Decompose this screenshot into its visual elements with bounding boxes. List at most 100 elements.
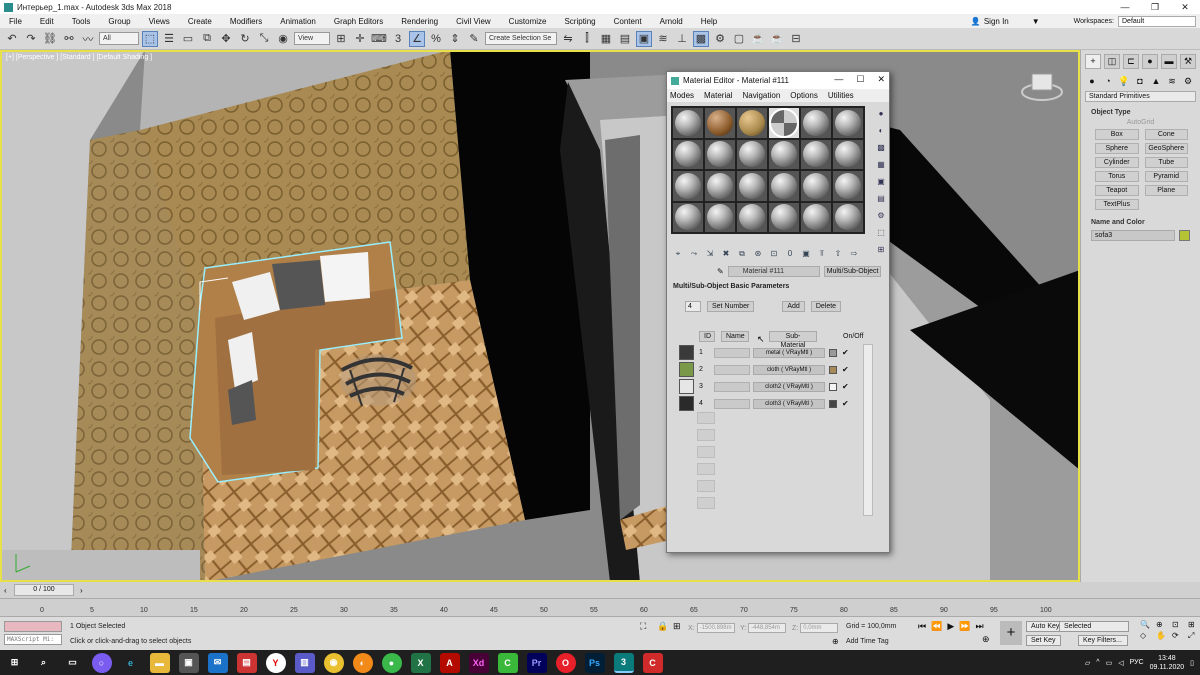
tray-chevron-icon[interactable]: ^ — [1096, 659, 1099, 666]
selection-set-dropdown[interactable]: Create Selection Se — [485, 32, 557, 45]
name-color-title[interactable]: Name and Color — [1085, 217, 1196, 228]
curve-editor-icon[interactable]: ≋ — [655, 31, 671, 47]
modify-tab-icon[interactable]: ◫ — [1104, 54, 1120, 69]
delete-button[interactable]: Delete — [810, 301, 842, 312]
hierarchy-tab-icon[interactable]: ⊏ — [1123, 54, 1139, 69]
excel-icon[interactable]: X — [410, 652, 431, 673]
people-icon[interactable]: ▱ — [1085, 659, 1090, 667]
menu-views[interactable]: Views — [140, 17, 179, 26]
sample-slot[interactable] — [737, 202, 767, 232]
get-material-icon[interactable]: ⌖ — [672, 248, 684, 260]
time-slider-prev-icon[interactable]: ‹ — [4, 586, 7, 595]
menu-arnold[interactable]: Arnold — [651, 17, 692, 26]
make-unique-icon[interactable]: ⊛ — [752, 248, 764, 260]
name-sort-button[interactable]: Name — [721, 331, 749, 342]
store-icon[interactable]: ▣ — [178, 652, 199, 673]
sample-slot[interactable] — [833, 202, 863, 232]
make-preview-icon[interactable]: ▤ — [876, 193, 887, 204]
sub-material-on-checkbox[interactable]: ✔ — [842, 382, 849, 391]
sample-slot[interactable] — [673, 202, 703, 232]
yandex-icon[interactable]: Y — [265, 652, 286, 673]
sub-material-color-swatch[interactable] — [829, 365, 837, 374]
select-by-name-icon[interactable]: ☰ — [161, 31, 177, 47]
volume-icon[interactable]: ◁ — [1118, 659, 1123, 667]
menu-graph-editors[interactable]: Graph Editors — [325, 17, 392, 26]
opera-icon[interactable]: O — [555, 652, 576, 673]
utilities-tab-icon[interactable]: ⚒ — [1180, 54, 1196, 69]
sub-material-color-swatch[interactable] — [829, 348, 837, 357]
me-menu-material[interactable]: Material — [704, 91, 732, 100]
camtasia-icon[interactable]: C — [497, 652, 518, 673]
show-end-result-icon[interactable]: ⫪ — [816, 248, 828, 260]
sub-material-thumb[interactable] — [679, 396, 694, 411]
layer-explorer-icon[interactable]: ▦ — [598, 31, 614, 47]
sample-slot[interactable] — [737, 108, 767, 138]
scene-explorer-icon[interactable]: ▤ — [617, 31, 633, 47]
undo-icon[interactable]: ↶ — [4, 31, 20, 47]
sub-material-name-field[interactable] — [714, 347, 750, 358]
me-menu-navigation[interactable]: Navigation — [742, 91, 780, 100]
backlight-icon[interactable]: ◐ — [876, 125, 887, 136]
me-minimize-icon[interactable]: — — [834, 74, 843, 85]
cortana-icon[interactable]: ○ — [91, 652, 112, 673]
notifications-icon[interactable]: ▯ — [1190, 659, 1194, 667]
sign-in-button[interactable]: 👤 Sign In ▼ — [971, 17, 1040, 26]
material-name-dropdown[interactable]: Material #111 — [727, 266, 820, 277]
zoom-extents-all-icon[interactable]: ⊞ — [1188, 620, 1200, 629]
sub-material-scrollbar[interactable] — [863, 344, 873, 516]
sub-material-button[interactable]: cloth2 ( VRayMtl ) — [753, 381, 825, 392]
options-icon[interactable]: ⚙ — [876, 210, 887, 221]
time-slider-next-icon[interactable]: › — [80, 586, 83, 595]
sub-material-on-checkbox[interactable]: ✔ — [842, 348, 849, 357]
id-sort-button[interactable]: ID — [699, 331, 715, 342]
put-to-scene-icon[interactable]: ⤳ — [688, 248, 700, 260]
maxscript-listener[interactable] — [4, 621, 62, 632]
menu-animation[interactable]: Animation — [271, 17, 325, 26]
reference-coord-dropdown[interactable]: View — [294, 32, 330, 45]
systems-icon[interactable]: ⚙ — [1182, 75, 1194, 87]
sample-slot[interactable] — [737, 139, 767, 169]
window-crossing-icon[interactable]: ⧉ — [199, 31, 215, 47]
video-check-icon[interactable]: ▣ — [876, 176, 887, 187]
maximize-icon[interactable]: ❐ — [1140, 0, 1170, 14]
sphere-button[interactable]: Sphere — [1095, 143, 1139, 154]
isolate-icon[interactable]: ⛶ — [640, 621, 646, 632]
sub-material-name-field[interactable] — [714, 364, 750, 375]
me-menu-utilities[interactable]: Utilities — [828, 91, 854, 100]
pivot-icon[interactable]: ⊞ — [333, 31, 349, 47]
sub-material-color-swatch[interactable] — [829, 382, 837, 391]
put-to-library-icon[interactable]: ⊡ — [768, 248, 780, 260]
sample-slot[interactable] — [769, 202, 799, 232]
sample-slot[interactable] — [833, 108, 863, 138]
rect-selection-icon[interactable]: ▭ — [180, 31, 196, 47]
shapes-icon[interactable]: ◔ — [1102, 75, 1114, 87]
network-icon[interactable]: ▭ — [1106, 659, 1113, 667]
me-maximize-icon[interactable]: ☐ — [856, 74, 864, 85]
sub-material-name-field[interactable] — [714, 398, 750, 409]
sub-material-name-field[interactable] — [714, 381, 750, 392]
sample-slot[interactable] — [833, 139, 863, 169]
snap-icon[interactable]: 3 — [390, 31, 406, 47]
background-icon[interactable]: ▩ — [876, 142, 887, 153]
spinner-snap-icon[interactable]: ⇕ — [447, 31, 463, 47]
place-icon[interactable]: ◉ — [275, 31, 291, 47]
go-to-end-icon[interactable]: ⏭ — [975, 621, 983, 632]
teapot-button[interactable]: Teapot — [1095, 185, 1139, 196]
viewport-label[interactable]: [+] [Perspective ] [Standard ] [Default … — [6, 54, 152, 61]
mirror-icon[interactable]: ⇋ — [560, 31, 576, 47]
cone-button[interactable]: Cone — [1144, 129, 1188, 140]
xd-icon[interactable]: Xd — [468, 652, 489, 673]
material-editor-icon[interactable]: ▩ — [693, 30, 709, 47]
file-explorer-icon[interactable]: ▬ — [149, 652, 170, 673]
zoom-icon[interactable]: 🔍 — [1140, 620, 1154, 629]
go-to-parent-icon[interactable]: ⇧ — [832, 248, 844, 260]
select-object-icon[interactable]: ⬚ — [142, 30, 158, 47]
sample-slot[interactable] — [705, 171, 735, 201]
track-bar[interactable]: 0 5 10 15 20 25 30 35 40 45 50 55 60 65 70 75 80 85 90 95 10… — [0, 598, 1200, 616]
align-icon[interactable]: ⫿ — [579, 31, 595, 47]
cylinder-button[interactable]: Cylinder — [1095, 157, 1139, 168]
object-color-swatch[interactable] — [1179, 230, 1190, 241]
z-coord-field[interactable]: 0,0mm — [800, 623, 839, 633]
me-menu-modes[interactable]: Modes — [670, 91, 694, 100]
autogrid-checkbox[interactable]: AutoGrid — [1085, 118, 1196, 127]
